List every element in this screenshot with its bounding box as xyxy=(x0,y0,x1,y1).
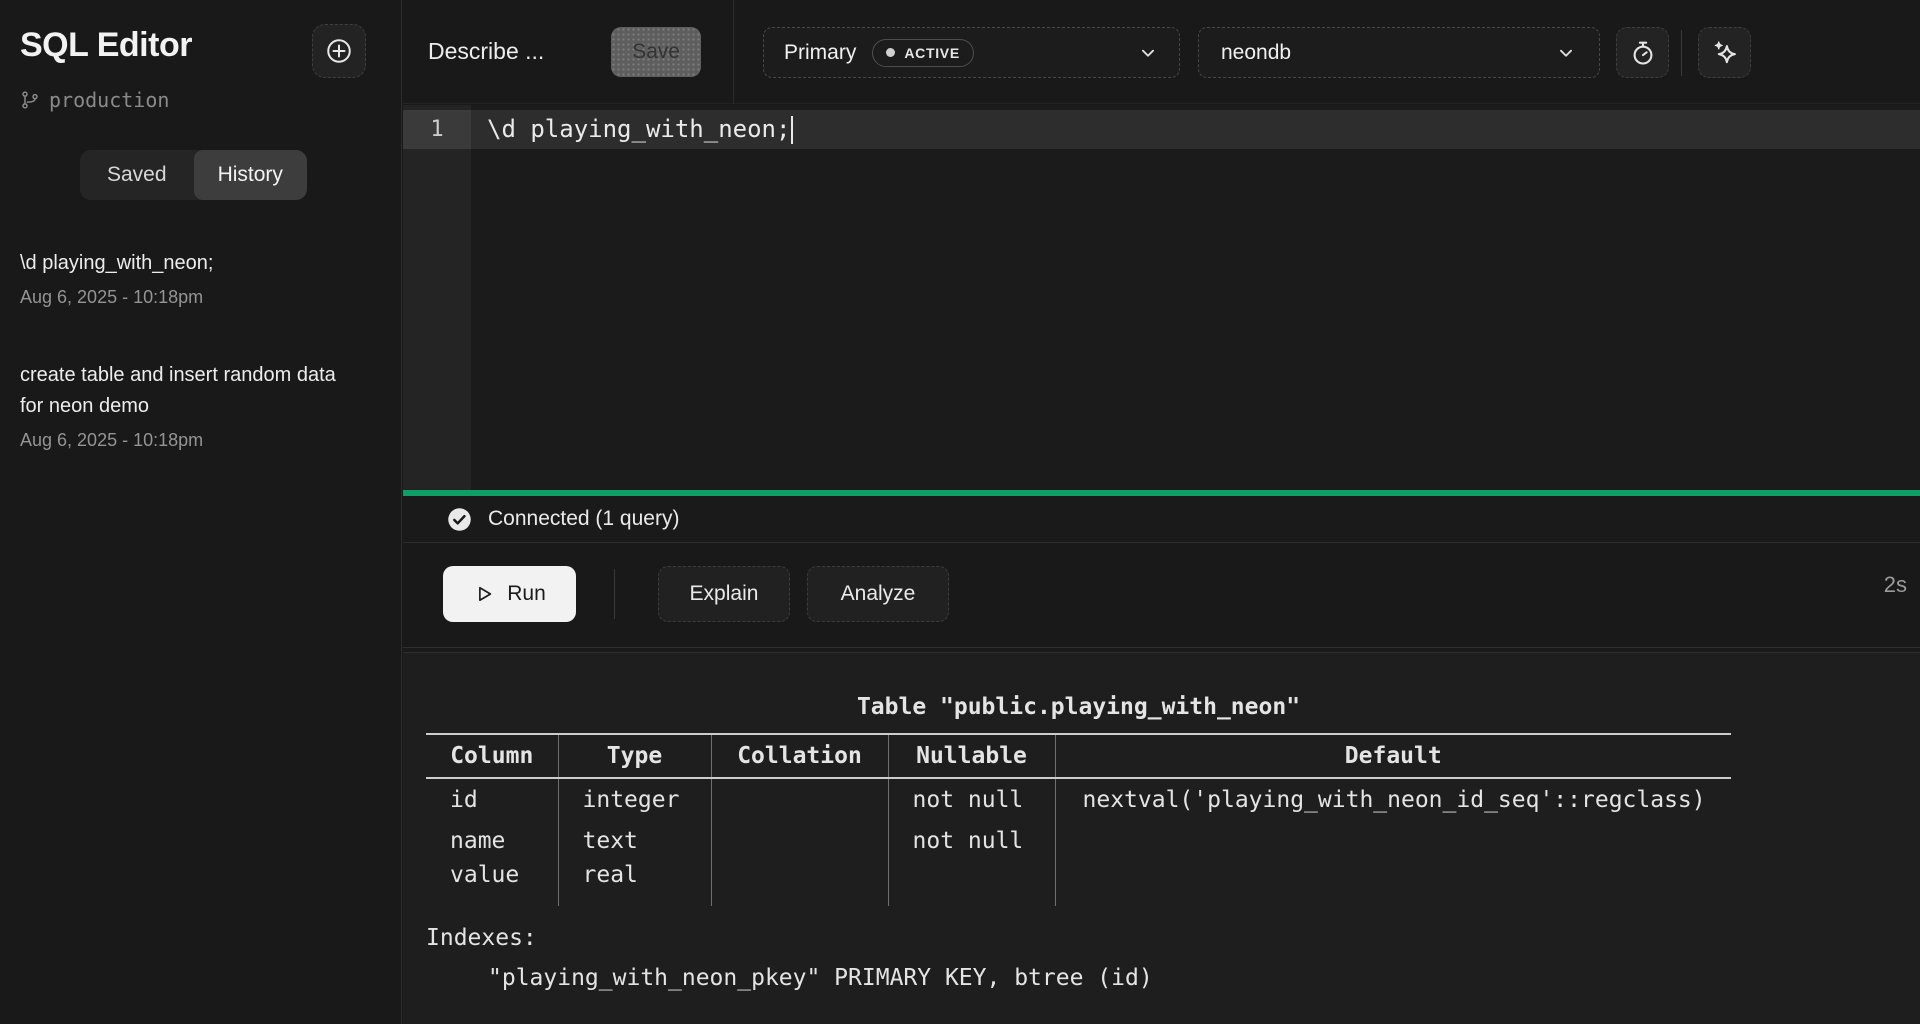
query-results-panel: Table "public.playing_with_neon" Column … xyxy=(403,653,1920,1024)
chevron-down-icon xyxy=(1555,42,1577,64)
table-row: name text not null xyxy=(426,820,1731,862)
indexes-label: Indexes: xyxy=(426,918,1920,958)
run-button-label: Run xyxy=(507,582,546,606)
query-duration: 2s xyxy=(1884,572,1907,598)
history-item-query: create table and insert random data for … xyxy=(20,360,350,422)
run-button[interactable]: Run xyxy=(443,566,576,622)
plus-circle-icon xyxy=(324,36,354,66)
branch-indicator: production xyxy=(20,88,169,112)
history-item[interactable]: create table and insert random data for … xyxy=(20,360,350,451)
branch-selector-value: Primary xyxy=(784,41,856,65)
result-header-row: Column Type Collation Nullable Default xyxy=(426,734,1731,778)
column-header: Type xyxy=(558,734,711,778)
analyze-button[interactable]: Analyze xyxy=(807,566,949,622)
indexes-section: Indexes: "playing_with_neon_pkey" PRIMAR… xyxy=(426,918,1920,998)
check-circle-icon xyxy=(446,506,473,533)
sidebar: SQL Editor production Saved History \d p… xyxy=(0,0,402,1024)
branch-name: production xyxy=(49,88,169,112)
history-item-query: \d playing_with_neon; xyxy=(20,248,350,279)
sparkles-icon xyxy=(1710,38,1740,68)
history-item-timestamp: Aug 6, 2025 - 10:18pm xyxy=(20,430,350,451)
cell-type: text xyxy=(558,820,711,862)
editor-gutter xyxy=(403,105,471,490)
status-dot-icon xyxy=(886,48,895,57)
sql-editor-area[interactable]: 1 \d playing_with_neon; xyxy=(403,105,1920,490)
table-row: id integer not null nextval('playing_wit… xyxy=(426,778,1731,820)
editor-toolbar: Describe ... Save Primary ACTIVE neondb xyxy=(403,0,1920,104)
main-panel: Describe ... Save Primary ACTIVE neondb xyxy=(403,0,1920,1024)
explain-button[interactable]: Explain xyxy=(658,566,790,622)
cell-nullable xyxy=(888,862,1055,906)
new-query-button[interactable] xyxy=(312,24,366,78)
line-number: 1 xyxy=(403,110,471,149)
cell-collation xyxy=(711,820,888,862)
play-icon xyxy=(473,583,495,605)
cell-column: value xyxy=(426,862,558,906)
query-tab-title: Describe ... xyxy=(428,38,544,65)
cell-nullable: not null xyxy=(888,820,1055,862)
active-status-badge: ACTIVE xyxy=(872,39,974,67)
toolbar-divider xyxy=(1681,30,1682,76)
cell-default xyxy=(1055,862,1731,906)
tab-history[interactable]: History xyxy=(194,150,308,200)
stopwatch-icon xyxy=(1629,39,1657,67)
tab-saved[interactable]: Saved xyxy=(80,150,194,200)
database-selector-value: neondb xyxy=(1221,41,1291,65)
cell-column: id xyxy=(426,778,558,820)
history-item-timestamp: Aug 6, 2025 - 10:18pm xyxy=(20,287,350,308)
cell-column: name xyxy=(426,820,558,862)
column-header: Column xyxy=(426,734,558,778)
history-item[interactable]: \d playing_with_neon; Aug 6, 2025 - 10:1… xyxy=(20,248,350,308)
table-row: value real xyxy=(426,862,1731,906)
query-timer-button[interactable] xyxy=(1616,27,1669,78)
cell-default: nextval('playing_with_neon_id_seq'::regc… xyxy=(1055,778,1731,820)
column-header: Collation xyxy=(711,734,888,778)
save-button[interactable]: Save xyxy=(611,27,701,77)
chevron-down-icon xyxy=(1137,42,1159,64)
code-text: \d playing_with_neon; xyxy=(487,110,790,149)
result-table-title: Table "public.playing_with_neon" xyxy=(426,686,1731,728)
toolbar-divider xyxy=(733,0,734,104)
cell-nullable: not null xyxy=(888,778,1055,820)
cell-default xyxy=(1055,820,1731,862)
query-actions-bar: Run Explain Analyze 2s xyxy=(403,544,1920,647)
column-header: Default xyxy=(1055,734,1731,778)
result-table: Column Type Collation Nullable Default i… xyxy=(426,733,1731,906)
active-badge-label: ACTIVE xyxy=(904,45,960,61)
ai-assist-button[interactable] xyxy=(1698,27,1751,78)
index-definition: "playing_with_neon_pkey" PRIMARY KEY, bt… xyxy=(426,958,1920,998)
branch-selector-dropdown[interactable]: Primary ACTIVE xyxy=(763,27,1180,78)
git-branch-icon xyxy=(20,90,40,110)
text-cursor xyxy=(791,116,793,144)
editor-line[interactable]: 1 \d playing_with_neon; xyxy=(403,110,1920,149)
cell-collation xyxy=(711,862,888,906)
column-header: Nullable xyxy=(888,734,1055,778)
database-selector-dropdown[interactable]: neondb xyxy=(1198,27,1600,78)
connection-status-text: Connected (1 query) xyxy=(488,507,679,531)
actions-divider xyxy=(614,569,615,619)
saved-history-tabs: Saved History xyxy=(80,150,307,200)
connection-status-bar: Connected (1 query) xyxy=(403,496,1920,543)
cell-collation xyxy=(711,778,888,820)
cell-type: real xyxy=(558,862,711,906)
cell-type: integer xyxy=(558,778,711,820)
